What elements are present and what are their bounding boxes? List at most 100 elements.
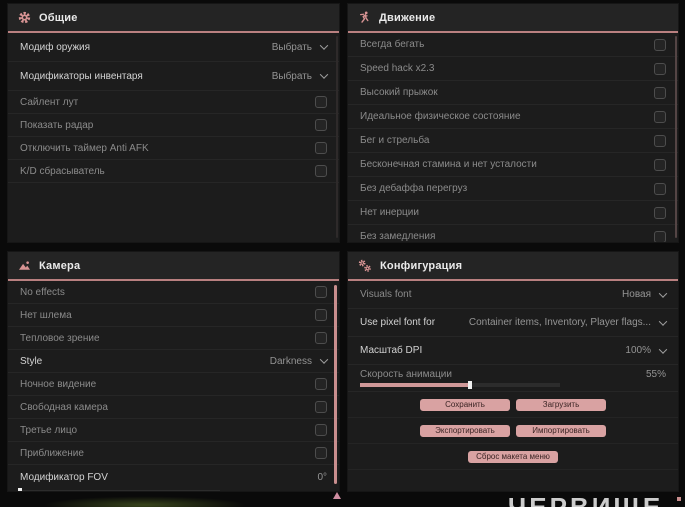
row-checkbox[interactable]: Бесконечная стамина и нет усталости	[348, 153, 678, 177]
slider-handle[interactable]	[468, 381, 472, 389]
checkbox[interactable]	[315, 286, 327, 298]
row-label: Сайлент лут	[20, 96, 79, 108]
checkbox[interactable]	[315, 119, 327, 131]
row-checkbox[interactable]: Бег и стрельба	[348, 129, 678, 153]
checkbox[interactable]	[654, 86, 666, 99]
row-dropdown[interactable]: Модификаторы инвентаря Выбрать	[8, 62, 339, 91]
row-checkbox[interactable]: Свободная камера	[8, 396, 339, 419]
slider[interactable]	[18, 488, 220, 491]
slider-value: 0°	[317, 471, 327, 483]
row-checkbox[interactable]: Высокий прыжок	[348, 81, 678, 105]
checkbox[interactable]	[315, 447, 327, 459]
checkbox[interactable]	[654, 62, 666, 75]
row-label: Модификаторы инвентаря	[20, 70, 143, 82]
action-button[interactable]: Сброс макета меню	[468, 450, 558, 463]
row-checkbox[interactable]: Идеальное физическое состояние	[348, 105, 678, 129]
row-label: Visuals font	[360, 289, 412, 300]
row-checkbox[interactable]: Тепловое зрение	[8, 327, 339, 350]
dropdown[interactable]: Container items, Inventory, Player flags…	[468, 316, 668, 328]
row-dropdown[interactable]: Use pixel font for Container items, Inven…	[348, 309, 678, 337]
checkbox[interactable]	[315, 332, 327, 344]
panel-general: Общие Модиф оружия Выбрать Модификаторы ин…	[8, 4, 339, 242]
checkbox[interactable]	[315, 165, 327, 177]
action-button[interactable]: Сохранить	[420, 398, 510, 411]
row-label: K/D сбрасыватель	[20, 165, 105, 177]
checkbox[interactable]	[315, 142, 327, 154]
row-dropdown[interactable]: Visuals font Новая	[348, 281, 678, 309]
checkbox[interactable]	[654, 38, 666, 51]
checkbox[interactable]	[315, 401, 327, 413]
row-checkbox[interactable]: No effects	[8, 281, 339, 304]
row-label: Без замедления	[360, 231, 436, 242]
dropdown[interactable]: 100%	[625, 344, 668, 356]
checkbox[interactable]	[315, 424, 327, 436]
row-checkbox[interactable]: Третье лицо	[8, 419, 339, 442]
row-checkbox[interactable]: Speed hack x2.3	[348, 57, 678, 81]
image-icon	[18, 259, 31, 272]
checkbox[interactable]	[315, 378, 327, 390]
row-checkbox[interactable]: Сайлент лут	[8, 91, 339, 114]
dropdown-value: Выбрать	[271, 41, 312, 53]
dropdown-value: Выбрать	[271, 70, 312, 82]
dropdown[interactable]: Новая	[622, 288, 668, 300]
row-checkbox[interactable]: K/D сбрасыватель	[8, 160, 339, 183]
row-checkbox[interactable]: Приближение	[8, 442, 339, 465]
row-checkbox[interactable]: Нет инерции	[348, 201, 678, 225]
chevron-down-icon	[658, 344, 668, 354]
panel-movement-header[interactable]: Движение	[348, 4, 678, 33]
panel-title: Конфигурация	[380, 259, 463, 272]
gear-icon	[18, 11, 31, 24]
row-checkbox[interactable]: Без дебаффа перегруз	[348, 177, 678, 201]
dropdown[interactable]: Выбрать	[271, 41, 329, 53]
row-checkbox[interactable]: Всегда бегать	[348, 33, 678, 57]
panel-camera: Камера No effects Нет шлема Тепловое зрени…	[8, 252, 339, 491]
panel-general-body: Модиф оружия Выбрать Модификаторы инвентар…	[8, 33, 339, 242]
panel-config-header[interactable]: Конфигурация	[348, 252, 678, 281]
action-button[interactable]: Импортировать	[516, 424, 606, 437]
dropdown[interactable]: Выбрать	[271, 70, 329, 82]
slider-value: 55%	[645, 368, 666, 380]
slider-label-row: Модификатор FOV 0°	[20, 469, 327, 485]
row-dropdown[interactable]: Style Darkness	[8, 350, 339, 373]
checkbox[interactable]	[654, 134, 666, 147]
cheat-menu-overlay: Общие Модиф оружия Выбрать Модификаторы ин…	[0, 0, 685, 507]
row-label: Бесконечная стамина и нет усталости	[360, 159, 537, 170]
row-checkbox[interactable]: Ночное видение	[8, 373, 339, 396]
row-checkbox[interactable]: Отключить таймер Anti AFK	[8, 137, 339, 160]
action-button[interactable]: Экспортировать	[420, 424, 510, 437]
panel-movement: Движение Всегда бегать Speed hack x2.3 Выс…	[348, 4, 678, 242]
panel-general-header[interactable]: Общие	[8, 4, 339, 33]
dropdown[interactable]: Darkness	[269, 355, 329, 367]
panel-camera-body: No effects Нет шлема Тепловое зрение Style D…	[8, 281, 339, 491]
checkbox[interactable]	[654, 206, 666, 219]
dropdown-value: Новая	[622, 289, 651, 300]
dropdown-value: Darkness	[269, 355, 312, 367]
row-dropdown[interactable]: Модиф оружия Выбрать	[8, 33, 339, 62]
panel-camera-header[interactable]: Камера	[8, 252, 339, 281]
scrollbar[interactable]	[675, 36, 677, 238]
row-checkbox[interactable]: Без замедления	[348, 225, 678, 242]
dropdown-value: Container items, Inventory, Player flags…	[468, 317, 651, 328]
chevron-down-icon	[319, 355, 329, 364]
row-label: Speed hack x2.3	[360, 63, 435, 74]
row-dropdown[interactable]: Масштаб DPI 100%	[348, 337, 678, 365]
checkbox[interactable]	[315, 309, 327, 321]
slider[interactable]	[360, 381, 560, 389]
checkbox[interactable]	[654, 230, 666, 242]
row-label: Показать радар	[20, 119, 94, 131]
row-label: Высокий прыжок	[360, 87, 438, 98]
checkbox[interactable]	[654, 182, 666, 195]
watermark-text: ЧЕРВИЩЕ	[508, 492, 664, 507]
row-label: Приближение	[20, 447, 84, 459]
slider-handle[interactable]	[18, 488, 22, 491]
slider-fill	[360, 383, 470, 387]
scrollbar[interactable]	[336, 36, 338, 238]
row-checkbox[interactable]: Нет шлема	[8, 304, 339, 327]
checkbox[interactable]	[654, 110, 666, 123]
scrollbar[interactable]	[334, 285, 337, 484]
checkbox[interactable]	[315, 96, 327, 108]
checkbox[interactable]	[654, 158, 666, 171]
row-checkbox[interactable]: Показать радар	[8, 114, 339, 137]
action-button[interactable]: Загрузить	[516, 398, 606, 411]
row-label: Всегда бегать	[360, 39, 425, 50]
